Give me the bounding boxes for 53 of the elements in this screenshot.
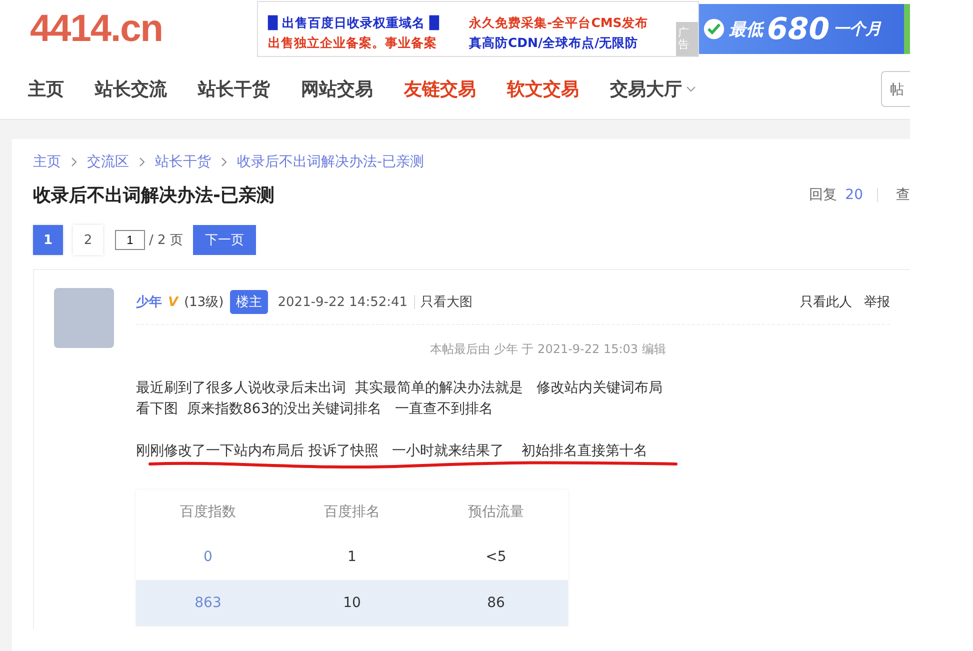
nav-link[interactable]: 交易大厅 [610, 76, 696, 100]
caret-icon [686, 86, 696, 92]
next-page-button[interactable]: 下一页 [192, 225, 256, 255]
owner-badge: 楼主 [230, 290, 268, 314]
table-cell-text: 1 [346, 548, 358, 567]
post-paragraph: 最近刷到了很多人说收录后未出词 其实最简单的解决办法就是 修改站内关键词布局 [136, 379, 664, 398]
reply-count: 20 [845, 187, 863, 203]
reply-label: 回复 [809, 186, 838, 204]
breadcrumb-link[interactable]: 收录后不出词解决办法-已亲测 [237, 153, 424, 171]
ad-link[interactable]: 出售独立企业备案。事业备案 [268, 35, 469, 52]
breadcrumb-link[interactable]: 交流区 [87, 153, 129, 171]
table-cell: 863 [136, 580, 280, 626]
post-paragraph: 刚刚修改了一下站内布局后 投诉了快照 一小时就来结果了 初始排名直接第十名 [136, 442, 649, 461]
table-cell: 86 [424, 580, 568, 626]
ad-link[interactable]: █ 出售百度日收录权重域名 █ [268, 15, 469, 32]
nav-link[interactable]: 友链交易 [404, 76, 476, 100]
nav-link[interactable]: 站长交流 [95, 76, 167, 100]
breadcrumb-link[interactable]: 站长干货 [155, 153, 211, 171]
nav-link[interactable]: 网站交易 [301, 76, 373, 100]
thread-title: 收录后不出词解决办法-已亲测 [33, 184, 276, 207]
nav-link[interactable]: 主页 [28, 76, 64, 100]
ad-link[interactable]: 永久免费采集-全平台CMS发布 [469, 15, 670, 32]
vip-level-label: V [168, 294, 178, 310]
column-header: 百度指数 [179, 503, 237, 522]
chevron-icon [139, 157, 145, 167]
post-action-link[interactable]: 只看此人 [800, 293, 852, 311]
table-cell-text: 0 [202, 548, 214, 567]
view-label: 查 [896, 186, 910, 204]
view-image-link[interactable]: 只看大图 [420, 293, 473, 311]
page-button[interactable]: 1 [33, 225, 63, 255]
page-button[interactable]: 2 [73, 225, 103, 255]
table-cell: 10 [280, 580, 424, 626]
site-logo[interactable]: 4414.cn [0, 8, 255, 50]
search-field[interactable]: 帖 [881, 70, 910, 106]
page-total: / 2 页 [149, 232, 183, 249]
breadcrumb-link[interactable]: 主页 [33, 153, 61, 171]
user-level: (13级) [184, 294, 224, 311]
column-header: 预估流量 [467, 503, 525, 522]
author-link[interactable]: 少年 [136, 293, 162, 311]
post-time: 2021-9-22 14:52:41 [278, 294, 408, 310]
nav-link[interactable]: 软文交易 [507, 76, 579, 100]
nav-link[interactable]: 站长干货 [198, 76, 270, 100]
page-input[interactable]: 1 [115, 230, 145, 250]
post-paragraph: 看下图 原来指数863的没出关键词排名 一直查不到排名 [136, 400, 494, 419]
chevron-icon [71, 157, 77, 167]
post-action-link[interactable]: 举报 [864, 293, 890, 311]
check-icon [703, 18, 725, 40]
edit-note: 本帖最后由 少年 于 2021-9-22 15:03 编辑 [429, 341, 667, 358]
column-header: 百度排名 [323, 503, 381, 522]
ad-link[interactable]: 真高防CDN/全球布点/无限防 [469, 35, 670, 52]
avatar-placeholder [54, 288, 114, 348]
chevron-icon [221, 157, 227, 167]
table-cell-text: <5 [484, 548, 508, 567]
